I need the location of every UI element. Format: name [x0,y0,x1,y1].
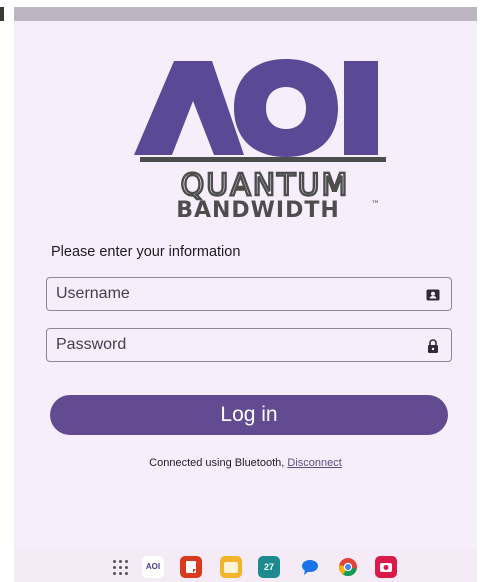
contact-card-icon [426,289,440,301]
logo-letter-i [344,61,378,155]
calendar-icon[interactable]: 27 [258,556,280,578]
left-bezel [0,0,14,582]
app-dock: AOI 27 [14,548,477,582]
login-screen: QUANTUM BANDWIDTH ™ Please enter your in… [14,7,477,582]
bezel-marker [0,7,4,21]
keep-icon[interactable] [180,556,202,578]
form-prompt: Please enter your information [51,244,241,260]
logo-trademark: ™ [371,200,380,210]
aoi-logo: QUANTUM BANDWIDTH ™ [124,51,394,221]
connection-status-text: Connected using Bluetooth, [149,457,285,469]
logo-letter-a [134,61,244,155]
password-input[interactable] [47,329,451,361]
files-icon[interactable] [220,556,242,578]
logo-bandwidth-text: BANDWIDTH [176,198,340,221]
messages-icon[interactable] [299,556,321,578]
app-grid-icon[interactable] [110,556,132,578]
username-input[interactable] [47,278,451,310]
aoi-app-icon[interactable]: AOI [142,556,164,578]
logo-letter-o [234,59,338,157]
login-button[interactable]: Log in [50,395,448,435]
disconnect-link[interactable]: Disconnect [287,457,341,469]
lock-icon [428,339,438,353]
aoi-logo-graphic: QUANTUM BANDWIDTH ™ [134,59,386,221]
connection-status: Connected using Bluetooth, Disconnect [14,457,477,469]
username-field[interactable] [46,277,452,311]
password-field[interactable] [46,328,452,362]
status-bar [14,7,477,21]
camera-icon[interactable] [375,556,397,578]
chrome-icon[interactable] [337,556,359,578]
logo-divider [140,157,386,162]
